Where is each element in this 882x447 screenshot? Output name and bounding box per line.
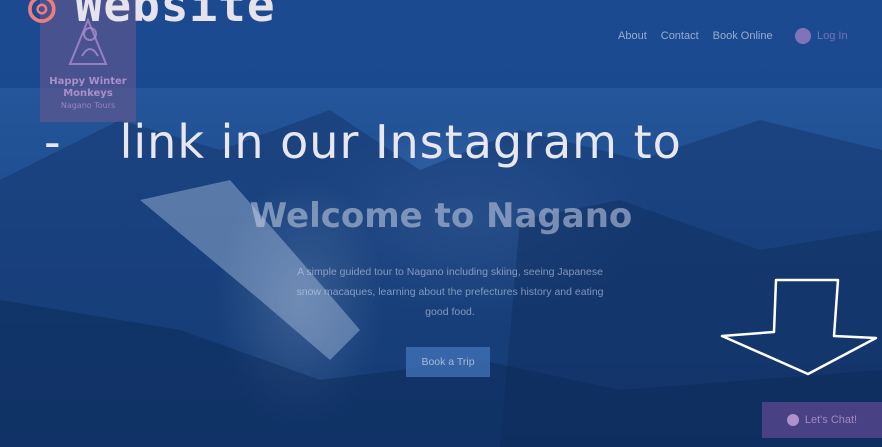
- login-button[interactable]: Log In: [795, 28, 848, 44]
- target-bullet-icon: ◎: [28, 0, 57, 32]
- overlay-line-text: link in our Instagram to: [119, 115, 682, 169]
- chat-bubble-icon: [786, 414, 799, 426]
- logo-text-line2: Monkeys: [63, 88, 113, 99]
- overlay-caption-title: ◎ Website: [28, 0, 276, 32]
- main-nav: About Contact Book Online: [618, 30, 773, 42]
- nav-contact[interactable]: Contact: [661, 30, 699, 42]
- chat-button[interactable]: Let's Chat!: [762, 402, 882, 438]
- overlay-caption-line: - link in our Instagram to: [44, 115, 682, 169]
- down-arrow-icon: [720, 278, 878, 376]
- overlay-dash: -: [44, 115, 62, 169]
- chat-label: Let's Chat!: [804, 414, 858, 426]
- hero-description: A simple guided tour to Nagano including…: [296, 266, 604, 318]
- logo-text-line3: Nagano Tours: [60, 101, 116, 110]
- overlay-title-text: Website: [74, 0, 276, 32]
- logo-text-line1: Happy Winter: [49, 76, 127, 87]
- nav-about[interactable]: About: [618, 30, 647, 42]
- login-label: Log In: [817, 30, 848, 42]
- nav-book-online[interactable]: Book Online: [713, 30, 773, 42]
- book-trip-button[interactable]: Book a Trip: [406, 347, 490, 377]
- hero-title: Welcome to Nagano: [249, 196, 633, 236]
- avatar-icon: [795, 28, 811, 44]
